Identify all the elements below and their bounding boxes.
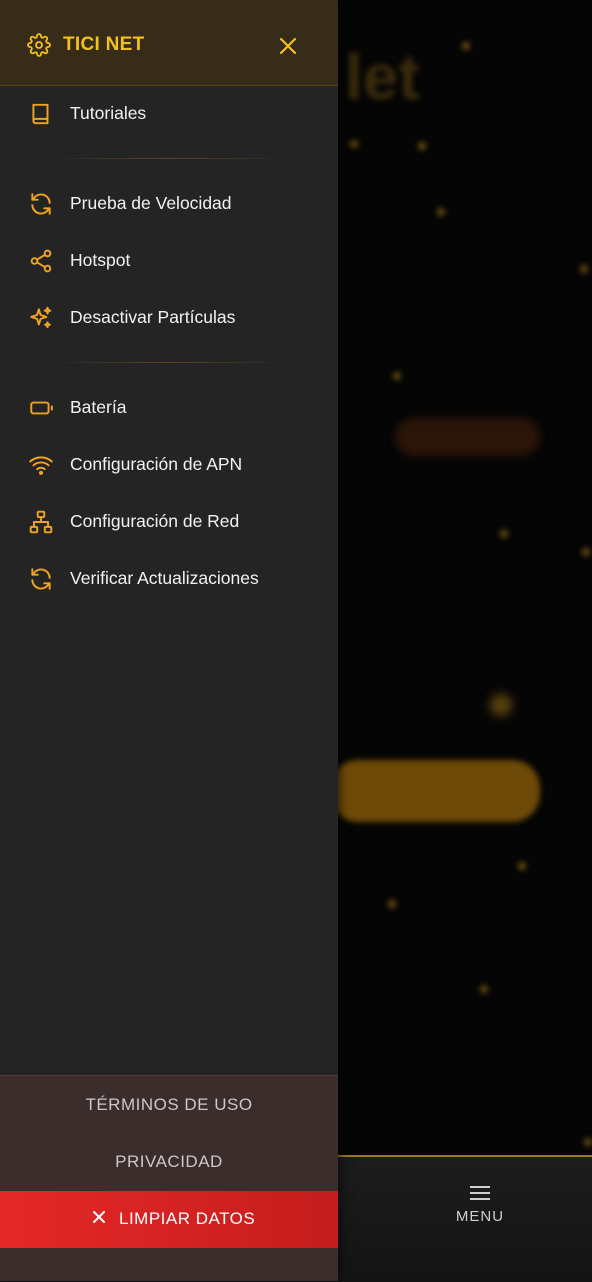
side-drawer: TICI NET Tutoriales Prueba de Velocidad …: [0, 0, 338, 1281]
menu-button[interactable]: MENU: [430, 1180, 530, 1240]
menu-item-label: Configuración de Red: [70, 511, 240, 531]
menu-item-particles[interactable]: Desactivar Partículas: [0, 293, 338, 341]
menu-item-battery[interactable]: Batería: [0, 383, 338, 431]
clear-data-button[interactable]: LIMPIAR DATOS: [0, 1191, 338, 1248]
sparkles-icon: [30, 306, 52, 329]
wifi-icon: [29, 456, 53, 475]
menu-item-label: Tutoriales: [70, 103, 147, 123]
menu-item-check-updates[interactable]: Verificar Actualizaciones: [0, 554, 338, 602]
clear-data-label: LIMPIAR DATOS: [119, 1209, 256, 1228]
refresh-icon: [31, 193, 51, 215]
menu-item-hotspot[interactable]: Hotspot: [0, 236, 338, 284]
privacy-link[interactable]: PRIVACIDAD: [0, 1152, 338, 1172]
menu-item-speed-test[interactable]: Prueba de Velocidad: [0, 179, 338, 227]
menu-item-apn[interactable]: Configuración de APN: [0, 440, 338, 488]
hamburger-icon: [470, 1186, 490, 1200]
network-icon: [29, 510, 53, 534]
drawer-header: TICI NET: [0, 0, 338, 86]
menu-item-tutoriales[interactable]: Tutoriales: [0, 89, 338, 137]
close-icon[interactable]: [276, 34, 300, 58]
background-action-button: [330, 760, 540, 822]
menu-item-label: Desactivar Partículas: [70, 307, 236, 327]
menu-item-label: Hotspot: [70, 250, 131, 270]
terms-link[interactable]: TÉRMINOS DE USO: [0, 1095, 338, 1115]
background-status-pill: [395, 418, 540, 456]
menu-item-label: Verificar Actualizaciones: [70, 568, 259, 588]
menu-item-network-config[interactable]: Configuración de Red: [0, 497, 338, 545]
menu-item-label: Batería: [70, 397, 127, 417]
menu-item-label: Prueba de Velocidad: [70, 193, 232, 213]
book-icon: [32, 103, 49, 125]
gear-icon: [27, 33, 51, 57]
divider: [48, 362, 292, 363]
menu-item-label: Configuración de APN: [70, 454, 243, 474]
share-icon: [30, 249, 52, 273]
background-logo: let: [345, 41, 420, 113]
divider: [48, 158, 292, 159]
refresh-icon: [31, 568, 51, 590]
menu-label: MENU: [455, 1208, 505, 1225]
close-icon: [93, 1211, 105, 1223]
battery-icon: [30, 401, 53, 415]
drawer-title: TICI NET: [63, 34, 145, 55]
